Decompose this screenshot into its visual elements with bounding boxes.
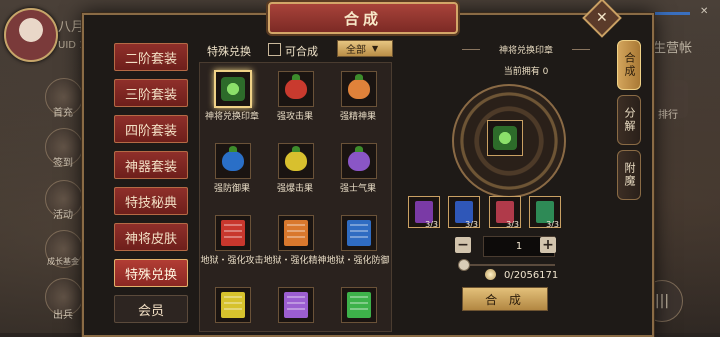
list-tab-label: 特殊兑换 bbox=[207, 45, 251, 58]
material-count: 3/3 bbox=[465, 220, 478, 229]
list-item[interactable] bbox=[327, 279, 389, 331]
material-count: 3/3 bbox=[506, 220, 519, 229]
category-skill-manual[interactable]: 特技秘典 bbox=[114, 187, 188, 215]
item-slot bbox=[278, 287, 314, 323]
list-item[interactable]: 强士气果 bbox=[327, 135, 389, 203]
item-slot bbox=[341, 215, 377, 251]
fruit-icon bbox=[348, 146, 370, 171]
tab-decompose[interactable]: 分解 bbox=[617, 95, 641, 145]
increment-button[interactable]: + bbox=[540, 237, 556, 253]
item-slot bbox=[215, 143, 251, 179]
item-slot bbox=[278, 71, 314, 107]
modal-title: 合成 bbox=[268, 2, 458, 34]
item-grid: 神将兑换印章 强攻击果 强精神果 强防御果 强爆击果 强士气果 地狱・强化攻击 … bbox=[199, 62, 392, 332]
list-item[interactable]: 地狱・强化防御 bbox=[326, 207, 390, 275]
item-slot bbox=[341, 143, 377, 179]
tab-enchant[interactable]: 附魔 bbox=[617, 150, 641, 200]
fruit-icon bbox=[348, 74, 370, 99]
list-item[interactable]: 强防御果 bbox=[201, 135, 263, 203]
item-slot bbox=[215, 215, 251, 251]
item-slot bbox=[215, 287, 251, 323]
book-icon bbox=[221, 292, 245, 318]
category-tier3-set[interactable]: 三阶套装 bbox=[114, 79, 188, 107]
events-label: 活动 bbox=[53, 210, 73, 221]
list-item[interactable]: 地狱・强化精神 bbox=[263, 207, 327, 275]
book-icon bbox=[284, 220, 308, 246]
book-icon bbox=[347, 220, 371, 246]
slider-handle[interactable] bbox=[458, 259, 470, 271]
category-special-exchange[interactable]: 特殊兑换 bbox=[114, 259, 188, 287]
category-vip[interactable]: 会员 bbox=[114, 295, 188, 323]
preview-item-slot[interactable] bbox=[487, 120, 523, 156]
filter-dropdown[interactable]: 全部 ▼ bbox=[337, 40, 393, 57]
cost-text: 0/2056171 bbox=[504, 270, 559, 281]
chevron-down-icon: ▼ bbox=[372, 44, 379, 53]
item-label: 地狱・强化防御 bbox=[326, 256, 390, 266]
material-count: 3/3 bbox=[425, 220, 438, 229]
category-tier2-set[interactable]: 二阶套装 bbox=[114, 43, 188, 71]
fruit-icon bbox=[285, 74, 307, 99]
category-hero-skin[interactable]: 神将皮肤 bbox=[114, 223, 188, 251]
craftable-checkbox[interactable] bbox=[268, 43, 281, 56]
checkin-label: 签到 bbox=[53, 158, 73, 169]
item-slot bbox=[341, 287, 377, 323]
book-icon bbox=[221, 220, 245, 246]
list-item[interactable]: 强攻击果 bbox=[264, 63, 326, 131]
item-slot bbox=[278, 215, 314, 251]
coin-icon bbox=[485, 269, 496, 280]
list-item[interactable]: 强爆击果 bbox=[264, 135, 326, 203]
book-icon bbox=[347, 292, 371, 318]
book-icon bbox=[284, 292, 308, 318]
list-item[interactable] bbox=[264, 279, 326, 331]
item-slot bbox=[341, 71, 377, 107]
category-tier4-set[interactable]: 四阶套装 bbox=[114, 115, 188, 143]
item-slot bbox=[214, 70, 252, 108]
ranking-label: 排行 bbox=[658, 110, 678, 121]
quantity-slider[interactable] bbox=[462, 264, 555, 266]
owned-count: 当前拥有 0 bbox=[503, 67, 549, 77]
preview-title: 神将兑换印章 bbox=[462, 43, 590, 56]
fruit-icon bbox=[285, 146, 307, 171]
list-item[interactable]: 神将兑换印章 bbox=[201, 63, 263, 131]
item-slot bbox=[278, 143, 314, 179]
close-icon: ✕ bbox=[596, 9, 608, 26]
list-item[interactable] bbox=[201, 279, 263, 331]
growth-fund-label: 成长基金 bbox=[47, 257, 79, 266]
list-item[interactable]: 强精神果 bbox=[327, 63, 389, 131]
craft-button[interactable]: 合 成 bbox=[462, 287, 548, 311]
status-dots: ✕ bbox=[700, 6, 709, 17]
filter-dropdown-value: 全部 bbox=[346, 45, 366, 56]
decrement-button[interactable]: − bbox=[455, 237, 471, 253]
fruit-icon bbox=[222, 146, 244, 171]
tab-synthesize[interactable]: 合成 bbox=[617, 40, 641, 90]
seal-icon bbox=[493, 126, 517, 150]
material-count: 3/3 bbox=[546, 220, 559, 229]
item-label: 强士气果 bbox=[339, 184, 376, 194]
player-name: 八月 bbox=[58, 20, 85, 35]
seal-icon bbox=[221, 77, 245, 101]
first-charge-label: 首充 bbox=[53, 108, 73, 119]
craftable-label: 可合成 bbox=[285, 45, 318, 58]
list-item[interactable]: 地狱・强化攻击 bbox=[200, 207, 264, 275]
deploy-label: 出兵 bbox=[53, 310, 73, 321]
player-avatar[interactable] bbox=[4, 8, 58, 62]
item-label: 强精神果 bbox=[339, 112, 376, 122]
category-artifact-set[interactable]: 神器套装 bbox=[114, 151, 188, 179]
